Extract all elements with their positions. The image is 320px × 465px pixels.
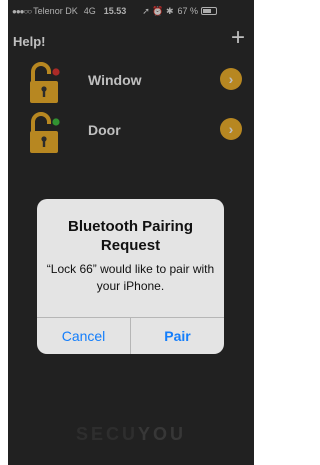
alert-title: Bluetooth Pairing Request xyxy=(68,218,193,254)
cancel-button[interactable]: Cancel xyxy=(37,318,131,354)
app-screen: ●●●○○ Telenor DK 4G 15.53 ➚ ⏰ ✱ 67 % Hel… xyxy=(8,0,254,465)
pair-button[interactable]: Pair xyxy=(131,318,224,354)
alert-message: “Lock 66” would like to pair with your i… xyxy=(46,262,215,293)
alert-button-row: Cancel Pair xyxy=(37,317,224,354)
bluetooth-pairing-alert: Bluetooth Pairing Request “Lock 66” woul… xyxy=(37,199,224,354)
